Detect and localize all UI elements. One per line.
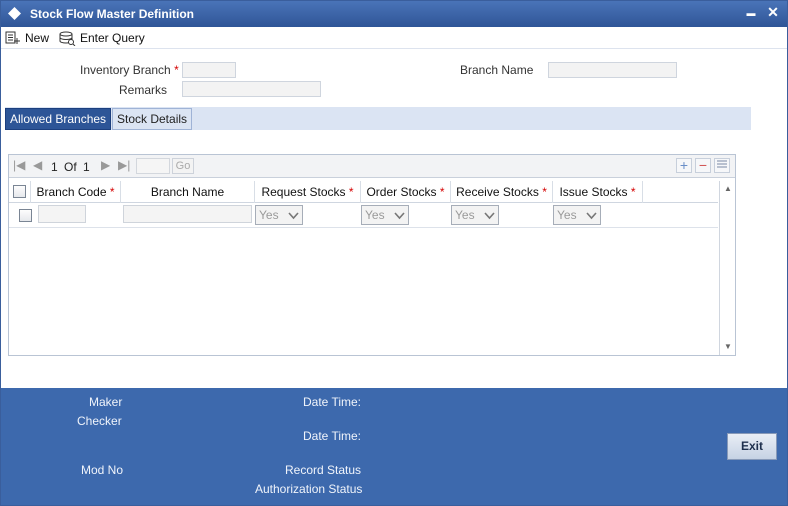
branch-name-field[interactable] <box>548 62 677 78</box>
column-header-receive-stocks[interactable]: Receive Stocks * <box>451 181 553 203</box>
grid-toolbar: |◀ ◀ 1 Of 1 ▶ ▶| Go + − <box>9 155 735 178</box>
new-button-label: New <box>25 31 50 45</box>
of-label: Of <box>64 160 77 174</box>
go-button[interactable]: Go <box>172 158 194 174</box>
inventory-branch-field[interactable] <box>182 62 236 78</box>
select-all-cell <box>9 181 31 203</box>
diamond-icon <box>8 7 21 20</box>
page-number-input[interactable] <box>136 158 170 174</box>
new-document-icon <box>5 31 20 44</box>
exit-button[interactable]: Exit <box>727 433 777 460</box>
first-page-icon[interactable]: |◀ <box>13 158 25 172</box>
query-icon <box>59 31 76 46</box>
maker-label: Maker <box>89 395 123 409</box>
close-button[interactable]: ✕ <box>765 4 781 22</box>
new-button[interactable]: New <box>5 29 49 47</box>
window-title: Stock Flow Master Definition <box>30 7 195 21</box>
list-icon <box>717 160 727 168</box>
current-page: 1 <box>51 160 58 174</box>
next-page-icon[interactable]: ▶ <box>101 158 110 172</box>
table-row: Yes Yes Yes Yes <box>9 203 718 228</box>
minimize-button[interactable]: ▬ <box>743 8 759 26</box>
scroll-up-icon[interactable]: ▲ <box>723 184 733 194</box>
maker-date-time-label: Date Time: <box>303 395 362 409</box>
row-select-checkbox[interactable] <box>19 209 32 222</box>
tab-allowed-branches[interactable]: Allowed Branches <box>5 108 112 130</box>
chevron-down-icon <box>586 212 597 220</box>
column-header-branch-name[interactable]: Branch Name <box>121 181 255 203</box>
chevron-down-icon <box>484 212 495 220</box>
record-status-label: Record Status <box>285 463 362 477</box>
remarks-label: Remarks <box>119 83 168 97</box>
allowed-branches-grid: |◀ ◀ 1 Of 1 ▶ ▶| Go + − Branch Code * Br… <box>8 154 736 356</box>
checker-label: Checker <box>77 414 122 428</box>
request-stocks-select[interactable]: Yes <box>255 205 303 225</box>
branch-name-label: Branch Name <box>460 63 534 77</box>
column-header-request-stocks[interactable]: Request Stocks * <box>255 181 361 203</box>
title-bar: Stock Flow Master Definition ▬ ✕ <box>1 1 787 27</box>
single-view-icon[interactable] <box>714 158 730 173</box>
select-all-checkbox[interactable] <box>13 185 26 198</box>
issue-stocks-select[interactable]: Yes <box>553 205 601 225</box>
scroll-down-icon[interactable]: ▼ <box>723 342 733 352</box>
required-marker: * <box>174 63 179 77</box>
previous-page-icon[interactable]: ◀ <box>33 158 42 172</box>
tab-strip: Allowed Branches Stock Details <box>5 107 751 130</box>
branch-name-input[interactable] <box>123 205 252 223</box>
stock-flow-master-window: Stock Flow Master Definition ▬ ✕ New Ent… <box>0 0 788 506</box>
mod-no-label: Mod No <box>81 463 124 477</box>
order-stocks-select[interactable]: Yes <box>361 205 409 225</box>
branch-code-input[interactable] <box>38 205 86 223</box>
total-pages: 1 <box>83 160 90 174</box>
grid-header: Branch Code * Branch Name Request Stocks… <box>9 181 718 203</box>
tab-stock-details[interactable]: Stock Details <box>112 108 193 130</box>
last-page-icon[interactable]: ▶| <box>118 158 130 172</box>
toolbar: New Enter Query <box>1 27 787 49</box>
column-header-branch-code[interactable]: Branch Code * <box>31 181 121 203</box>
inventory-branch-label: Inventory Branch * <box>80 63 179 77</box>
add-row-icon[interactable]: + <box>676 158 692 173</box>
chevron-down-icon <box>288 212 299 220</box>
audit-footer: Maker Checker Mod No Date Time: Date Tim… <box>1 388 787 505</box>
column-header-order-stocks[interactable]: Order Stocks * <box>361 181 451 203</box>
vertical-scrollbar[interactable]: ▲ ▼ <box>719 181 735 355</box>
enter-query-button[interactable]: Enter Query <box>59 29 145 47</box>
delete-row-icon[interactable]: − <box>695 158 711 173</box>
receive-stocks-select[interactable]: Yes <box>451 205 499 225</box>
enter-query-button-label: Enter Query <box>80 31 145 45</box>
remarks-field[interactable] <box>182 81 321 97</box>
chevron-down-icon <box>394 212 405 220</box>
column-header-issue-stocks[interactable]: Issue Stocks * <box>553 181 643 203</box>
checker-date-time-label: Date Time: <box>303 429 362 443</box>
authorization-status-label: Authorization Status <box>255 482 363 496</box>
